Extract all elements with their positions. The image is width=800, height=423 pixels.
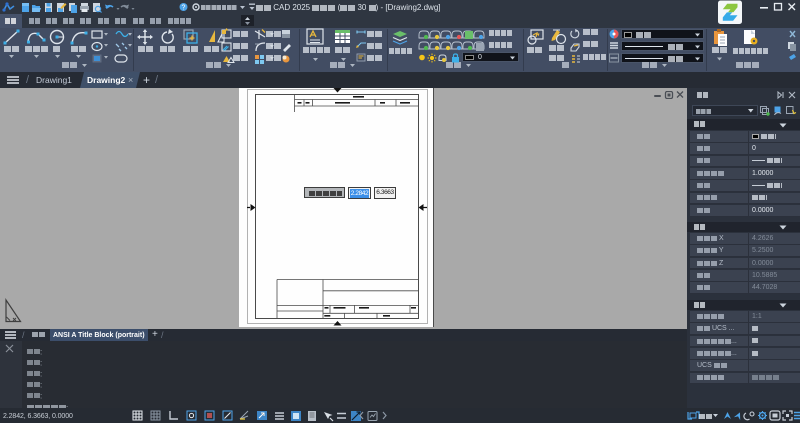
svg-text:?: ? (182, 5, 186, 12)
